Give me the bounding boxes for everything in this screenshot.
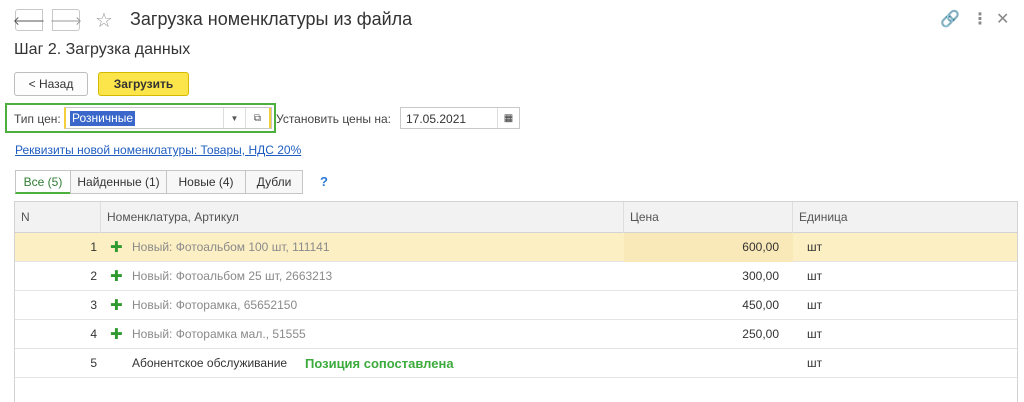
help-icon[interactable]: ? <box>320 174 328 189</box>
item-price: 300,00 <box>742 269 779 283</box>
back-icon: 🡐 <box>12 13 46 28</box>
close-icon[interactable]: ✕ <box>996 9 1009 29</box>
price-type-combo[interactable]: Розничные ▼ ⧉ <box>64 107 272 129</box>
row-number: 4 <box>90 327 97 341</box>
item-price: 600,00 <box>742 240 779 254</box>
tab-all[interactable]: Все (5) <box>15 170 71 194</box>
calendar-icon[interactable]: ▦ <box>497 108 519 128</box>
set-prices-date-value[interactable]: 17.05.2021 <box>406 112 466 126</box>
item-unit: шт <box>807 356 823 370</box>
items-table[interactable]: N Номенклатура, Артикул Цена Единица 1 ✚… <box>14 201 1018 402</box>
item-price: 450,00 <box>742 298 779 312</box>
row-number: 3 <box>90 298 97 312</box>
row-number: 2 <box>90 269 97 283</box>
chevron-down-icon[interactable]: ▼ <box>223 108 245 128</box>
price-type-label: Тип цен: <box>14 112 61 126</box>
table-header: N Номенклатура, Артикул Цена Единица <box>15 202 1017 233</box>
item-price: 250,00 <box>742 327 779 341</box>
column-header-unit[interactable]: Единица <box>793 202 1017 233</box>
more-icon[interactable]: ⋮ <box>972 9 988 29</box>
filter-tabs: Все (5) Найденные (1) Новые (4) Дубли <box>15 170 303 194</box>
row-number: 5 <box>90 356 97 370</box>
item-unit: шт <box>807 269 823 283</box>
back-button[interactable]: 🡐 <box>12 9 46 31</box>
item-name: Новый: Фоторамка, 65652150 <box>132 298 298 312</box>
tab-found[interactable]: Найденные (1) <box>70 170 167 194</box>
match-note: Позиция сопоставлена <box>305 356 454 371</box>
forward-button[interactable]: 🡒 <box>49 9 83 31</box>
table-row[interactable]: 3 ✚ Новый: Фоторамка, 65652150 450,00 шт <box>15 291 1017 320</box>
load-button[interactable]: Загрузить <box>98 72 189 96</box>
item-name: Новый: Фотоальбом 100 шт, 111141 <box>132 240 330 254</box>
table-row[interactable]: 1 ✚ Новый: Фотоальбом 100 шт, 111141 600… <box>15 233 1017 262</box>
column-header-price[interactable]: Цена <box>624 202 793 233</box>
column-header-name[interactable]: Номенклатура, Артикул <box>101 202 624 233</box>
item-name: Абонентское обслуживание <box>132 356 288 370</box>
forward-icon: 🡒 <box>49 13 83 28</box>
plus-icon: ✚ <box>110 326 123 343</box>
set-prices-label: Установить цены на: <box>276 112 391 126</box>
item-name: Новый: Фотоальбом 25 шт, 2663213 <box>132 269 333 283</box>
item-name: Новый: Фоторамка мал., 51555 <box>132 327 306 341</box>
back-step-button[interactable]: < Назад <box>14 72 88 96</box>
set-prices-date-field[interactable]: 17.05.2021 ▦ <box>400 107 520 129</box>
row-number: 1 <box>90 240 97 254</box>
plus-icon: ✚ <box>110 239 123 256</box>
link-icon[interactable]: 🔗 <box>940 9 960 29</box>
column-header-n[interactable]: N <box>15 202 101 233</box>
table-row[interactable]: 2 ✚ Новый: Фотоальбом 25 шт, 2663213 300… <box>15 262 1017 291</box>
item-price <box>627 349 779 378</box>
plus-icon: ✚ <box>110 268 123 285</box>
item-unit: шт <box>807 298 823 312</box>
step-title: Шаг 2. Загрузка данных <box>14 41 191 58</box>
price-type-value[interactable]: Розничные <box>70 111 136 126</box>
window-title: Загрузка номенклатуры из файла <box>130 9 413 29</box>
item-unit: шт <box>807 327 823 341</box>
table-row[interactable]: 5 Абонентское обслуживание Позиция сопос… <box>15 349 1017 378</box>
table-row[interactable]: 4 ✚ Новый: Фоторамка мал., 51555 250,00 … <box>15 320 1017 349</box>
tab-new[interactable]: Новые (4) <box>166 170 246 194</box>
open-icon[interactable]: ⧉ <box>245 108 269 128</box>
star-icon[interactable]: ☆ <box>95 8 113 33</box>
plus-icon: ✚ <box>110 297 123 314</box>
requisites-link[interactable]: Реквизиты новой номенклатуры: Товары, НД… <box>15 143 301 157</box>
item-unit: шт <box>807 240 823 254</box>
tab-duplicates[interactable]: Дубли <box>245 170 303 194</box>
combo-accent <box>269 108 271 128</box>
title-bar: 🡐 🡒 ☆ Загрузка номенклатуры из файла 🔗 ⋮… <box>0 0 1024 38</box>
